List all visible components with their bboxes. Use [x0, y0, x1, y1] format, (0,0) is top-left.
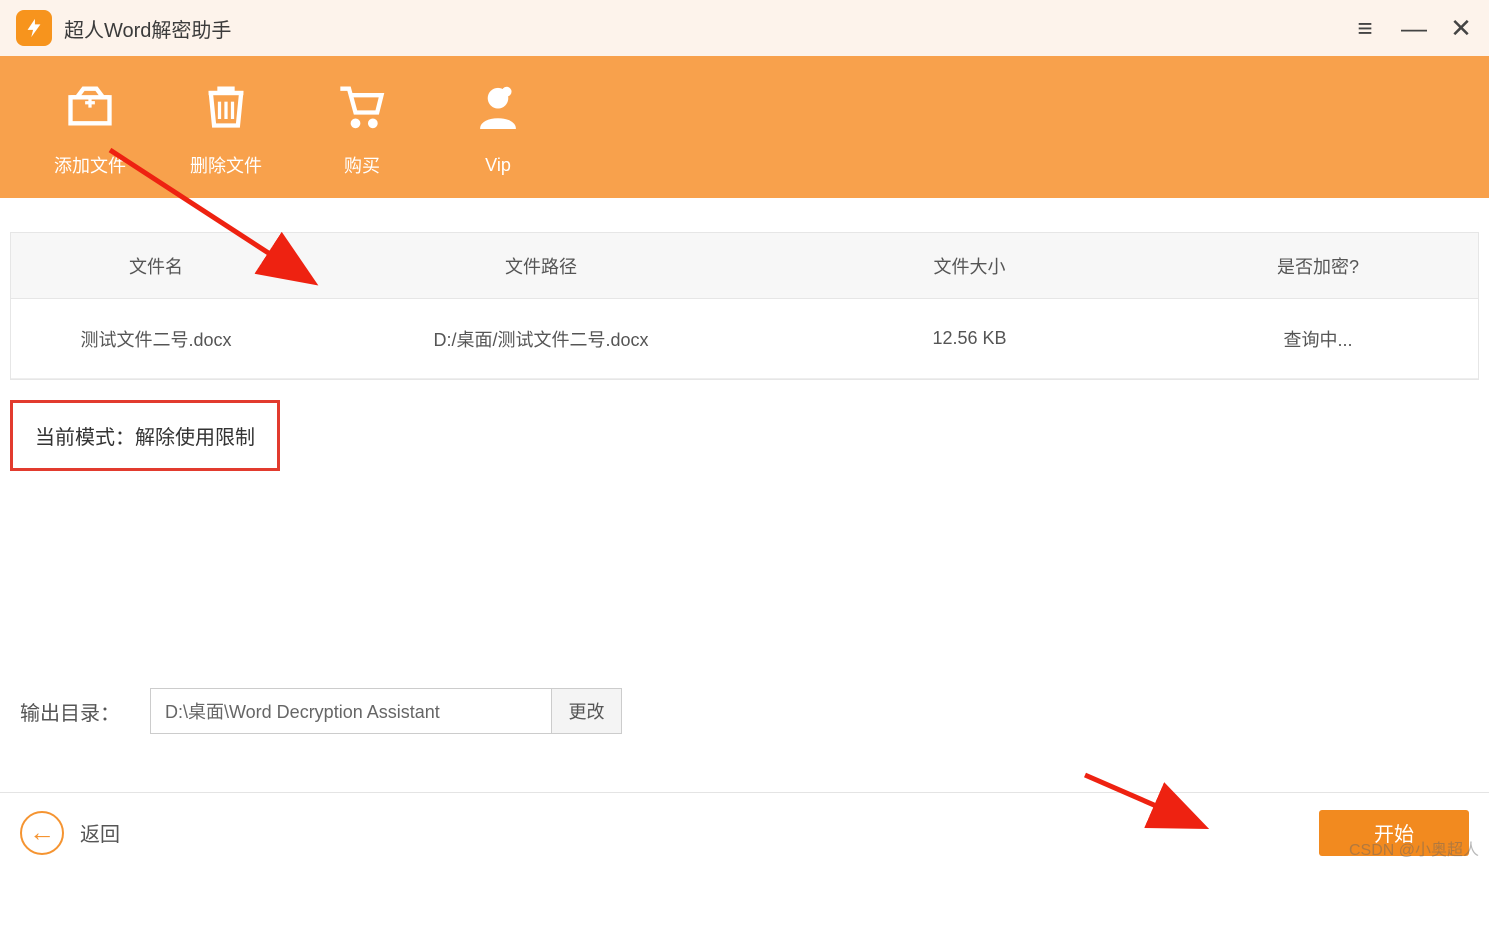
watermark: CSDN @小奥超人: [1349, 836, 1479, 860]
minimize-icon[interactable]: —: [1401, 15, 1425, 41]
col-header-size: 文件大小: [781, 253, 1158, 279]
main-toolbar: 添加文件 删除文件 购买 Vip: [0, 56, 1489, 198]
vip-label: Vip: [485, 155, 511, 176]
title-bar: 超人Word解密助手 ≡ — ✕: [0, 0, 1489, 56]
table-header: 文件名 文件路径 文件大小 是否加密?: [11, 233, 1478, 299]
vip-button[interactable]: Vip: [450, 79, 546, 176]
col-header-path: 文件路径: [301, 253, 781, 279]
table-row[interactable]: 测试文件二号.docx D:/桌面/测试文件二号.docx 12.56 KB 查…: [11, 299, 1478, 379]
cell-name: 测试文件二号.docx: [11, 326, 301, 352]
add-file-icon: [64, 76, 116, 136]
mode-box: 当前模式：解除使用限制: [10, 400, 280, 471]
menu-icon[interactable]: ≡: [1353, 15, 1377, 41]
col-header-name: 文件名: [11, 253, 301, 279]
output-dir-row: 输出目录： 更改: [20, 688, 622, 734]
cart-icon: [336, 76, 388, 136]
arrow-left-icon: ←: [20, 811, 64, 855]
user-icon: [472, 79, 524, 139]
back-button[interactable]: ← 返回: [20, 811, 120, 855]
mode-value: 解除使用限制: [135, 427, 255, 449]
window-controls: ≡ — ✕: [1353, 0, 1473, 56]
trash-icon: [200, 76, 252, 136]
app-logo: [16, 10, 52, 46]
col-header-encrypted: 是否加密?: [1158, 253, 1478, 279]
mode-prefix: 当前模式：: [35, 427, 135, 449]
output-dir-input[interactable]: [151, 689, 551, 733]
lightning-icon: [23, 17, 45, 39]
footer: ← 返回 开始: [0, 792, 1489, 872]
buy-button[interactable]: 购买: [314, 76, 410, 178]
cell-path: D:/桌面/测试文件二号.docx: [301, 326, 781, 352]
output-dir-group: 更改: [150, 688, 622, 734]
cell-size: 12.56 KB: [781, 328, 1158, 349]
back-label: 返回: [80, 818, 120, 847]
add-file-label: 添加文件: [54, 152, 126, 178]
file-table: 文件名 文件路径 文件大小 是否加密? 测试文件二号.docx D:/桌面/测试…: [10, 232, 1479, 380]
remove-file-button[interactable]: 删除文件: [178, 76, 274, 178]
buy-label: 购买: [344, 152, 380, 178]
add-file-button[interactable]: 添加文件: [42, 76, 138, 178]
cell-encrypted: 查询中...: [1158, 326, 1478, 352]
output-dir-label: 输出目录：: [20, 697, 120, 726]
close-icon[interactable]: ✕: [1449, 15, 1473, 41]
change-button[interactable]: 更改: [551, 689, 621, 733]
remove-file-label: 删除文件: [190, 152, 262, 178]
app-title: 超人Word解密助手: [64, 14, 231, 43]
